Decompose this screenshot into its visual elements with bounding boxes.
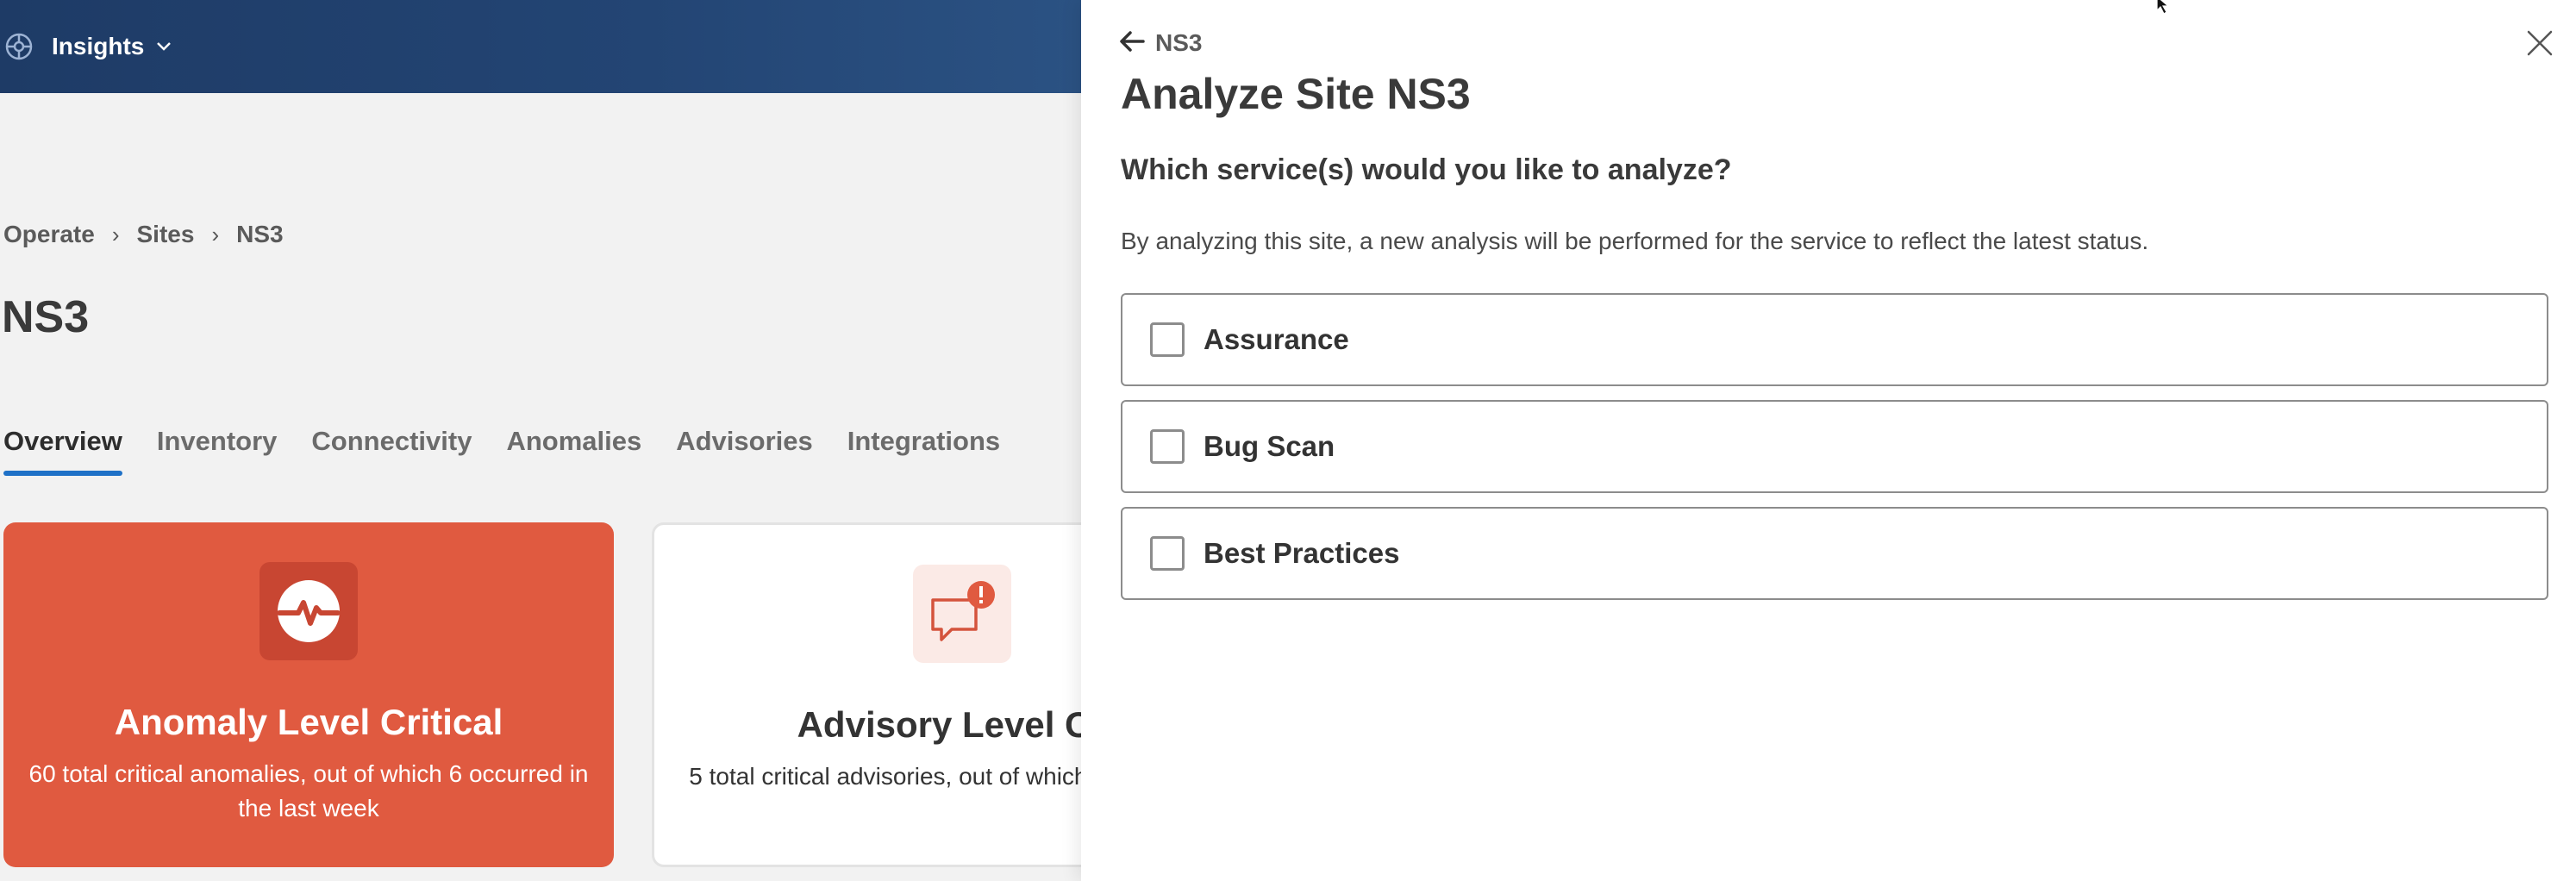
app-switcher-title[interactable]: Insights: [52, 33, 144, 60]
anomaly-level-card[interactable]: Anomaly Level Critical 60 total critical…: [3, 522, 614, 867]
chevron-right-icon: ›: [211, 221, 220, 247]
breadcrumb-item-sites[interactable]: Sites: [137, 221, 195, 248]
back-label: NS3: [1155, 29, 1203, 56]
top-header: Insights: [0, 0, 1081, 93]
checkbox[interactable]: [1150, 536, 1185, 571]
card-title: Anomaly Level Critical: [114, 702, 503, 742]
mouse-pointer-icon: [2155, 0, 2174, 20]
tab-advisories[interactable]: Advisories: [676, 426, 813, 476]
breadcrumb: Operate › Sites › NS3: [3, 221, 284, 248]
option-assurance[interactable]: Assurance: [1121, 293, 2548, 386]
back-button[interactable]: NS3: [1119, 29, 1202, 57]
checkbox[interactable]: [1150, 429, 1185, 464]
drawer-title: Analyze Site NS3: [1121, 70, 1471, 118]
tab-overview[interactable]: Overview: [3, 426, 122, 476]
site-tabs: Overview Inventory Connectivity Anomalie…: [3, 426, 1035, 476]
analyze-site-drawer: NS3 Analyze Site NS3 Which service(s) wo…: [1081, 0, 2576, 881]
tab-integrations[interactable]: Integrations: [847, 426, 1000, 476]
close-icon[interactable]: [2523, 26, 2557, 60]
chevron-down-icon[interactable]: [156, 41, 172, 52]
tab-connectivity[interactable]: Connectivity: [311, 426, 472, 476]
drawer-question: Which service(s) would you like to analy…: [1121, 153, 1732, 186]
chevron-right-icon: ›: [111, 221, 120, 247]
chat-alert-icon: [913, 565, 1011, 663]
gear-logo-icon: [3, 31, 34, 62]
page-title: NS3: [2, 292, 90, 342]
option-label: Assurance: [1204, 323, 1349, 355]
checkbox[interactable]: [1150, 322, 1185, 357]
option-best-practices[interactable]: Best Practices: [1121, 507, 2548, 600]
tab-anomalies[interactable]: Anomalies: [506, 426, 641, 476]
tab-inventory[interactable]: Inventory: [157, 426, 278, 476]
drawer-description: By analyzing this site, a new analysis w…: [1121, 228, 2149, 254]
option-label: Bug Scan: [1204, 430, 1335, 462]
breadcrumb-item-operate[interactable]: Operate: [3, 221, 95, 248]
arrow-left-icon: [1119, 30, 1145, 57]
card-description: 60 total critical anomalies, out of whic…: [28, 760, 589, 822]
pulse-icon: [259, 562, 358, 660]
breadcrumb-item-current: NS3: [236, 221, 284, 247]
option-bug-scan[interactable]: Bug Scan: [1121, 400, 2548, 493]
option-label: Best Practices: [1204, 537, 1400, 569]
